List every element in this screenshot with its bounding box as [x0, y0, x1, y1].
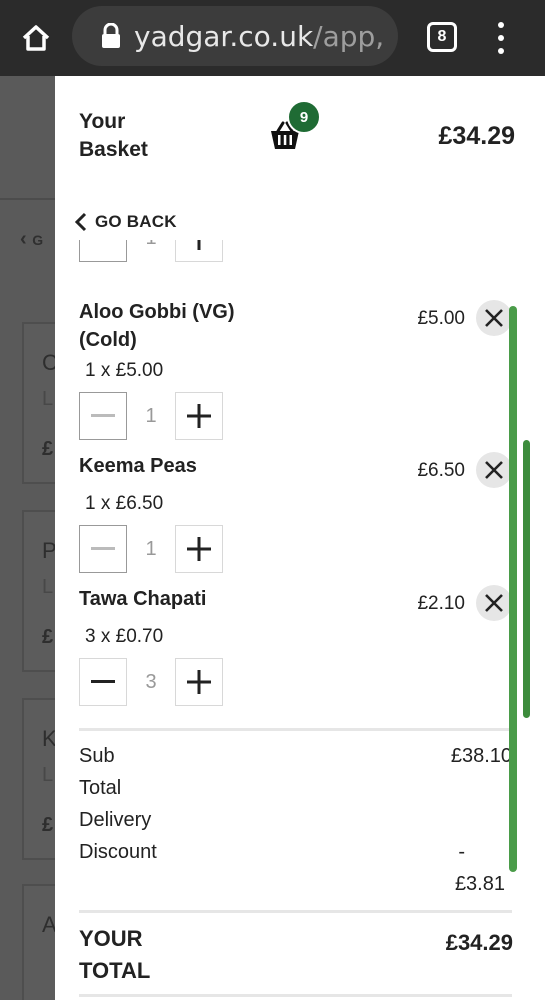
- quantity-value: 1: [145, 404, 157, 427]
- decrease-button[interactable]: [79, 658, 127, 706]
- item-name-line: Tawa Chapati: [79, 588, 207, 610]
- increase-button[interactable]: [175, 240, 223, 262]
- quantity-stepper: 1: [79, 392, 223, 440]
- basket-title: Your Basket: [79, 108, 148, 164]
- your-total-label: YOUR TOTAL: [79, 923, 150, 987]
- tabs-icon[interactable]: 8: [427, 22, 457, 52]
- decrease-button[interactable]: [79, 525, 127, 573]
- minus-icon: [91, 680, 115, 683]
- background-back-link: ‹ G: [20, 228, 43, 251]
- decrease-button[interactable]: [79, 392, 127, 440]
- delivery-label: Delivery: [79, 809, 152, 831]
- quantity-stepper: 1: [79, 525, 223, 573]
- item-name: Aloo Gobbi (VG) (Cold): [79, 298, 279, 354]
- your-total-label-line: YOUR: [79, 926, 143, 951]
- go-back-label: GO BACK: [95, 212, 177, 231]
- drawer-scrollbar[interactable]: [509, 306, 517, 872]
- home-button[interactable]: [18, 20, 54, 56]
- url-text: yadgar.co.uk/app,: [134, 19, 385, 53]
- increase-button[interactable]: [175, 658, 223, 706]
- item-name: Tawa Chapati: [79, 585, 279, 613]
- subtotal-value: £38.10: [450, 745, 512, 767]
- decrease-button[interactable]: [79, 240, 127, 262]
- basket-title-line: Basket: [79, 138, 148, 161]
- remove-item-button[interactable]: [476, 585, 512, 621]
- background-card-sub: L: [42, 764, 54, 786]
- remove-item-button[interactable]: [476, 300, 512, 336]
- quantity-value: 3: [145, 670, 157, 693]
- item-name-line: Aloo Gobbi (VG): [79, 301, 235, 323]
- plus-icon: [187, 670, 211, 694]
- browser-toolbar: yadgar.co.uk/app, 8: [0, 0, 545, 76]
- item-unit-price: 1 x £5.00: [85, 360, 164, 381]
- subtotal-label-line: Total: [79, 777, 122, 799]
- quantity-stepper: 1: [79, 240, 223, 262]
- background-divider: [0, 198, 60, 200]
- background-chevron-icon: ‹: [20, 228, 27, 250]
- background-card-price: £: [42, 438, 54, 460]
- summary-divider: [79, 728, 512, 731]
- discount-dash: -: [458, 841, 465, 863]
- quantity-value: 1: [127, 240, 175, 250]
- background-card-sub: L: [42, 576, 54, 598]
- drawer-scrollbar-thumb[interactable]: [523, 440, 530, 718]
- basket-items-list[interactable]: 1 Aloo Gobbi (VG) (Cold) £5.00 1 x £5.00…: [55, 240, 545, 1000]
- item-name-line: Keema Peas: [79, 455, 197, 477]
- go-back-link[interactable]: GO BACK: [75, 212, 177, 232]
- total-divider: [79, 910, 512, 913]
- basket-total: £34.29: [438, 122, 515, 150]
- plus-icon: [187, 404, 211, 428]
- quantity-value: 1: [145, 537, 157, 560]
- lock-icon: [102, 23, 120, 48]
- item-name: Keema Peas: [79, 452, 279, 480]
- your-total-value: £34.29: [445, 930, 513, 955]
- plus-icon: [197, 240, 201, 250]
- more-vert-icon[interactable]: [488, 18, 514, 58]
- subtotal-label: Sub Total: [79, 740, 121, 804]
- increase-button[interactable]: [175, 392, 223, 440]
- minus-icon: [91, 414, 115, 417]
- bottom-divider: [79, 994, 512, 997]
- home-icon: [22, 25, 50, 51]
- close-icon: [485, 594, 503, 612]
- close-icon: [485, 309, 503, 327]
- background-back-label: G: [32, 232, 44, 248]
- chevron-left-icon: [75, 212, 87, 232]
- your-total-label-line: TOTAL: [79, 958, 151, 983]
- plus-icon: [187, 537, 211, 561]
- item-name-line: (Cold): [79, 329, 137, 351]
- increase-button[interactable]: [175, 525, 223, 573]
- item-price: £6.50: [417, 460, 465, 481]
- address-bar[interactable]: yadgar.co.uk/app,: [72, 6, 398, 66]
- tab-count: 8: [437, 28, 447, 45]
- background-card-sub: L: [42, 388, 54, 410]
- item-unit-price: 1 x £6.50: [85, 493, 164, 514]
- remove-item-button[interactable]: [476, 452, 512, 488]
- basket-title-line: Your: [79, 110, 126, 133]
- item-unit-price: 3 x £0.70: [85, 626, 164, 647]
- discount-value: £3.81: [454, 873, 505, 895]
- item-price: £5.00: [417, 308, 465, 329]
- basket-drawer: Your Basket 9 £34.29 GO BACK 1 Aloo Gobb…: [55, 76, 545, 1000]
- basket-count-badge: 9: [287, 100, 321, 134]
- minus-icon: [91, 547, 115, 550]
- quantity-stepper: 3: [79, 658, 223, 706]
- close-icon: [485, 461, 503, 479]
- item-price: £2.10: [417, 593, 465, 614]
- subtotal-label-line: Sub: [79, 745, 115, 767]
- background-card-price: £: [42, 814, 54, 836]
- discount-label: Discount: [79, 841, 157, 863]
- background-card-price: £: [42, 626, 54, 648]
